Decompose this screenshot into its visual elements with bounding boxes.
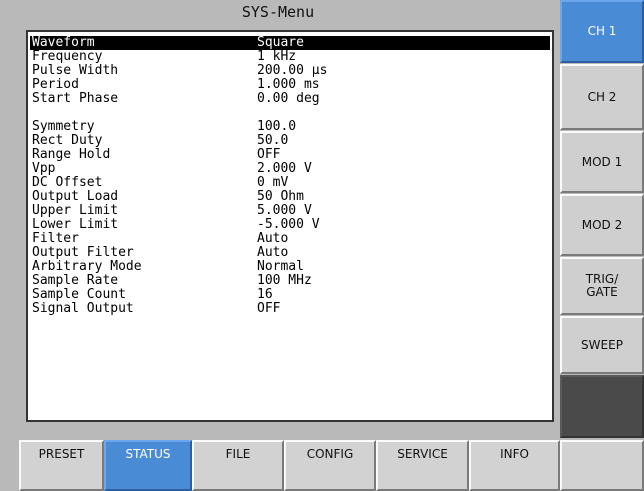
parameter-label: Upper Limit: [32, 203, 119, 218]
parameter-label: Rect Duty: [32, 133, 103, 148]
parameter-label: Start Phase: [32, 91, 119, 106]
parameter-label: Arbitrary Mode: [32, 259, 142, 274]
parameter-row[interactable]: Period 1.000 ms: [30, 78, 550, 92]
parameter-row[interactable]: Upper Limit 5.000 V: [30, 204, 550, 218]
parameter-value: 0 mV: [257, 175, 289, 190]
parameter-label: Output Filter: [32, 245, 134, 260]
parameter-label: Output Load: [32, 189, 119, 204]
parameter-value: 50.0: [257, 133, 289, 148]
parameter-label: Vpp: [32, 161, 56, 176]
parameter-value: -5.000 V: [257, 217, 320, 232]
parameter-row[interactable]: Sample Count 16: [30, 288, 550, 302]
tab-info[interactable]: INFO: [469, 440, 560, 491]
parameter-row[interactable]: Frequency 1 kHz: [30, 50, 550, 64]
tab-service[interactable]: SERVICE: [376, 440, 469, 491]
parameter-value: OFF: [257, 147, 281, 162]
parameter-row[interactable]: Signal Output OFF: [30, 302, 550, 316]
parameter-label: Period: [32, 77, 79, 92]
parameter-value: OFF: [257, 301, 281, 316]
ch1-button[interactable]: CH 1: [560, 0, 644, 63]
parameter-value: 200.00 µs: [257, 63, 328, 78]
parameter-row[interactable]: Start Phase 0.00 deg: [30, 92, 550, 106]
parameter-value: Auto: [257, 245, 289, 260]
blank-softkey[interactable]: [560, 375, 644, 438]
parameter-label: Filter: [32, 231, 79, 246]
parameter-label: Sample Rate: [32, 273, 119, 288]
parameter-value: 0.00 deg: [257, 91, 320, 106]
parameter-row[interactable]: Output Load 50 Ohm: [30, 190, 550, 204]
parameter-label: Pulse Width: [32, 63, 119, 78]
parameter-value: 100 MHz: [257, 273, 312, 288]
tab-blank[interactable]: [560, 440, 644, 491]
parameter-value: 2.000 V: [257, 161, 312, 176]
parameter-value: 1 kHz: [257, 49, 297, 64]
parameter-value: 1.000 ms: [257, 77, 320, 92]
parameter-value: Auto: [257, 231, 289, 246]
parameter-label: Sample Count: [32, 287, 126, 302]
parameter-value: 50 Ohm: [257, 189, 304, 204]
parameter-value: 5.000 V: [257, 203, 312, 218]
parameter-value: 100.0: [257, 119, 297, 134]
parameter-value: 16: [257, 287, 273, 302]
parameter-row[interactable]: Waveform Square: [30, 36, 550, 50]
mod2-button[interactable]: MOD 2: [560, 194, 644, 256]
parameter-row[interactable]: Lower Limit -5.000 V: [30, 218, 550, 232]
mod1-button[interactable]: MOD 1: [560, 131, 644, 193]
parameter-row[interactable]: Symmetry 100.0: [30, 120, 550, 134]
parameter-label: DC Offset: [32, 175, 103, 190]
tab-config[interactable]: CONFIG: [284, 440, 376, 491]
tab-file[interactable]: FILE: [192, 440, 284, 491]
ch2-button[interactable]: CH 2: [560, 64, 644, 130]
parameter-label: Waveform: [32, 35, 95, 50]
parameter-row[interactable]: DC Offset 0 mV: [30, 176, 550, 190]
parameter-label: Symmetry: [32, 119, 95, 134]
parameter-label: Lower Limit: [32, 217, 119, 232]
parameter-value: Normal: [257, 259, 304, 274]
parameter-value: Square: [257, 35, 304, 50]
parameter-row[interactable]: Sample Rate 100 MHz: [30, 274, 550, 288]
tab-status[interactable]: STATUS: [104, 440, 192, 491]
parameter-row[interactable]: Pulse Width 200.00 µs: [30, 64, 550, 78]
sweep-button[interactable]: SWEEP: [560, 316, 644, 374]
trig-gate-button[interactable]: TRIG/ GATE: [560, 257, 644, 315]
parameter-row[interactable]: Arbitrary Mode Normal: [30, 260, 550, 274]
menu-title: SYS-Menu: [241, 3, 315, 21]
tab-preset[interactable]: PRESET: [19, 440, 104, 491]
parameter-row[interactable]: Range Hold OFF: [30, 148, 550, 162]
parameter-list: Waveform Square Frequency 1 kHz Pulse Width 2…: [26, 30, 554, 422]
parameter-label: Range Hold: [32, 147, 111, 162]
parameter-row[interactable]: Rect Duty 50.0: [30, 134, 550, 148]
parameter-row[interactable]: Vpp 2.000 V: [30, 162, 550, 176]
parameter-row[interactable]: Output Filter Auto: [30, 246, 550, 260]
parameter-label: Frequency: [32, 49, 103, 64]
parameter-label: Signal Output: [32, 301, 134, 316]
parameter-row[interactable]: Filter Auto: [30, 232, 550, 246]
